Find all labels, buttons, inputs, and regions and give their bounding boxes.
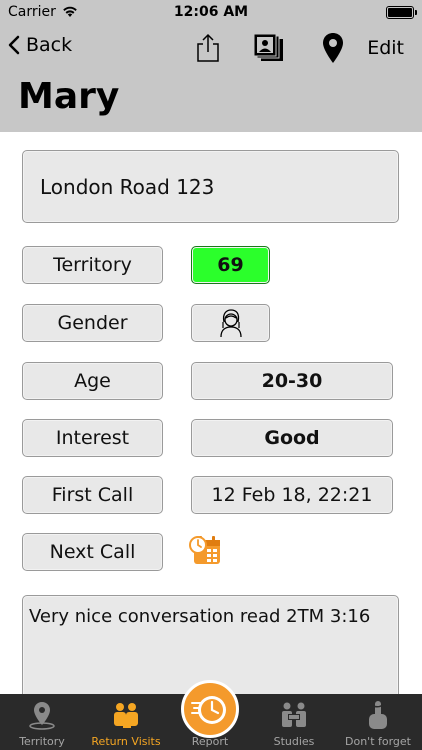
tab-dont-forget[interactable]: Don't forget bbox=[336, 694, 420, 750]
battery-icon bbox=[386, 6, 417, 19]
share-button[interactable] bbox=[191, 31, 225, 65]
share-icon bbox=[197, 33, 219, 62]
report-button[interactable] bbox=[181, 680, 239, 738]
back-label: Back bbox=[26, 34, 73, 56]
gender-label-button[interactable]: Gender bbox=[22, 304, 163, 342]
age-value[interactable]: 20-30 bbox=[191, 362, 393, 400]
nav-bar: Back Edit bbox=[0, 26, 422, 70]
studies-icon bbox=[282, 702, 306, 727]
calendar-clock-button[interactable] bbox=[189, 533, 223, 567]
photos-button[interactable] bbox=[252, 31, 286, 65]
gender-value-button[interactable] bbox=[191, 304, 270, 342]
finger-string-icon bbox=[369, 701, 387, 729]
tab-return-visits[interactable]: Return Visits bbox=[84, 694, 168, 750]
people-icon bbox=[114, 703, 138, 728]
woman-avatar-icon bbox=[219, 309, 242, 338]
tab-label: Don't forget bbox=[345, 735, 411, 748]
status-bar: Carrier 12:06 AM bbox=[0, 0, 422, 26]
map-pin-icon bbox=[29, 702, 55, 730]
address-field[interactable]: London Road 123 bbox=[22, 150, 399, 223]
chevron-left-icon bbox=[8, 35, 20, 55]
territory-label-button[interactable]: Territory bbox=[22, 246, 163, 284]
location-button[interactable] bbox=[316, 31, 350, 65]
edit-button[interactable]: Edit bbox=[367, 37, 404, 59]
status-time: 12:06 AM bbox=[173, 4, 249, 20]
interest-value[interactable]: Good bbox=[191, 419, 393, 457]
tab-territory[interactable]: Territory bbox=[0, 694, 84, 750]
first-call-label-button[interactable]: First Call bbox=[22, 476, 163, 514]
photo-contact-icon bbox=[253, 33, 283, 61]
tab-label: Return Visits bbox=[91, 735, 161, 748]
tab-label: Studies bbox=[273, 735, 315, 748]
tab-studies[interactable]: Studies bbox=[252, 694, 336, 750]
next-call-label-button[interactable]: Next Call bbox=[22, 533, 163, 571]
age-label-button[interactable]: Age bbox=[22, 362, 163, 400]
interest-label-button[interactable]: Interest bbox=[22, 419, 163, 457]
back-button[interactable]: Back bbox=[8, 34, 72, 56]
tab-label: Territory bbox=[19, 735, 65, 748]
map-pin-icon bbox=[323, 33, 343, 63]
calendar-clock-icon bbox=[189, 536, 220, 564]
page-title: Mary bbox=[18, 76, 120, 117]
navigation-header: Carrier 12:06 AM Back Edit Mary bbox=[0, 0, 422, 132]
clock-report-icon bbox=[191, 696, 226, 724]
territory-value[interactable]: 69 bbox=[191, 246, 270, 284]
first-call-value[interactable]: 12 Feb 18, 22:21 bbox=[191, 476, 393, 514]
